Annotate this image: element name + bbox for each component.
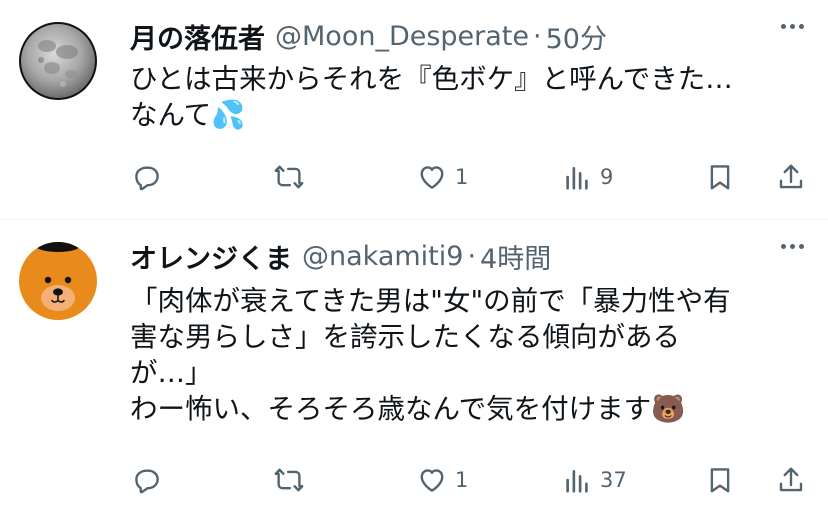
views-button[interactable]: 37 (562, 458, 627, 502)
like-count: 1 (455, 165, 469, 189)
share-button[interactable] (776, 458, 806, 502)
tweet[interactable]: オレンジくま @nakamiti9 · 4時間 「肉体が衰えてきた男は"女"の前… (0, 220, 828, 515)
tweet-text-line: わー怖い、そろそろ歳なんで気を付けます🐻 (130, 393, 686, 425)
more-options-icon[interactable] (781, 24, 804, 29)
tweet-text: ひとは古来からそれを『色ボケ』と呼んできた… なんて💦 (130, 61, 733, 133)
action-bar: 1 37 (130, 458, 810, 502)
separator-dot: · (533, 20, 542, 52)
tweet-text-line: なんて💦 (130, 99, 246, 131)
reply-icon (135, 166, 159, 191)
views-button[interactable]: 9 (562, 155, 613, 199)
moon-avatar-image (19, 22, 97, 100)
timestamp[interactable]: 50分 (546, 17, 607, 56)
separator-dot: · (467, 240, 477, 272)
tweet-text-line: 害な男らしさ」を誇示したくなる傾向がある (130, 321, 680, 353)
like-count: 1 (455, 468, 469, 492)
retweet-icon (274, 165, 304, 189)
retweet-button[interactable] (274, 458, 312, 502)
reply-icon (135, 469, 159, 494)
user-handle[interactable]: @Moon_Desperate (275, 21, 529, 52)
more-options-icon[interactable] (781, 244, 804, 249)
views-chart-icon (566, 469, 588, 493)
retweet-button[interactable] (274, 155, 312, 199)
avatar[interactable] (19, 242, 97, 320)
view-count: 9 (600, 165, 614, 189)
share-icon (779, 467, 803, 492)
tweet[interactable]: 月の落伍者 @Moon_Desperate · 50分 ひとは古来からそれを『色… (0, 0, 828, 219)
tweet-text-line: 「肉体が衰えてきた男は"女"の前で「暴力性や有 (130, 285, 731, 317)
reply-button[interactable] (132, 155, 170, 199)
reply-button[interactable] (132, 458, 170, 502)
tweet-header: オレンジくま @nakamiti9 · 4時間 (130, 236, 551, 276)
share-button[interactable] (776, 155, 806, 199)
bookmark-button[interactable] (705, 458, 735, 502)
user-handle[interactable]: @nakamiti9 (302, 241, 463, 272)
timestamp[interactable]: 4時間 (480, 237, 551, 276)
display-name[interactable]: 月の落伍者 (130, 17, 265, 56)
tweet-text-line: が…」 (130, 357, 213, 389)
action-bar: 1 9 (130, 155, 810, 199)
tweet-header: 月の落伍者 @Moon_Desperate · 50分 (130, 16, 607, 56)
view-count: 37 (600, 468, 627, 492)
orange-bear-avatar-image (19, 242, 97, 320)
retweet-icon (274, 468, 304, 492)
display-name[interactable]: オレンジくま (130, 237, 292, 276)
tweet-text-line: ひとは古来からそれを『色ボケ』と呼んできた… (130, 63, 733, 95)
bear-emoji: 🐻 (651, 393, 686, 425)
bookmark-icon (710, 468, 730, 493)
like-button[interactable]: 1 (417, 458, 468, 502)
heart-icon (420, 469, 444, 492)
like-button[interactable]: 1 (417, 155, 468, 199)
avatar[interactable] (19, 22, 97, 100)
heart-icon (420, 166, 444, 189)
bookmark-button[interactable] (705, 155, 735, 199)
bookmark-icon (710, 165, 730, 190)
share-icon (779, 164, 803, 189)
tweet-text: 「肉体が衰えてきた男は"女"の前で「暴力性や有 害な男らしさ」を誇示したくなる傾… (130, 283, 731, 427)
sweat-droplets-emoji: 💦 (211, 99, 246, 131)
views-chart-icon (566, 166, 588, 190)
